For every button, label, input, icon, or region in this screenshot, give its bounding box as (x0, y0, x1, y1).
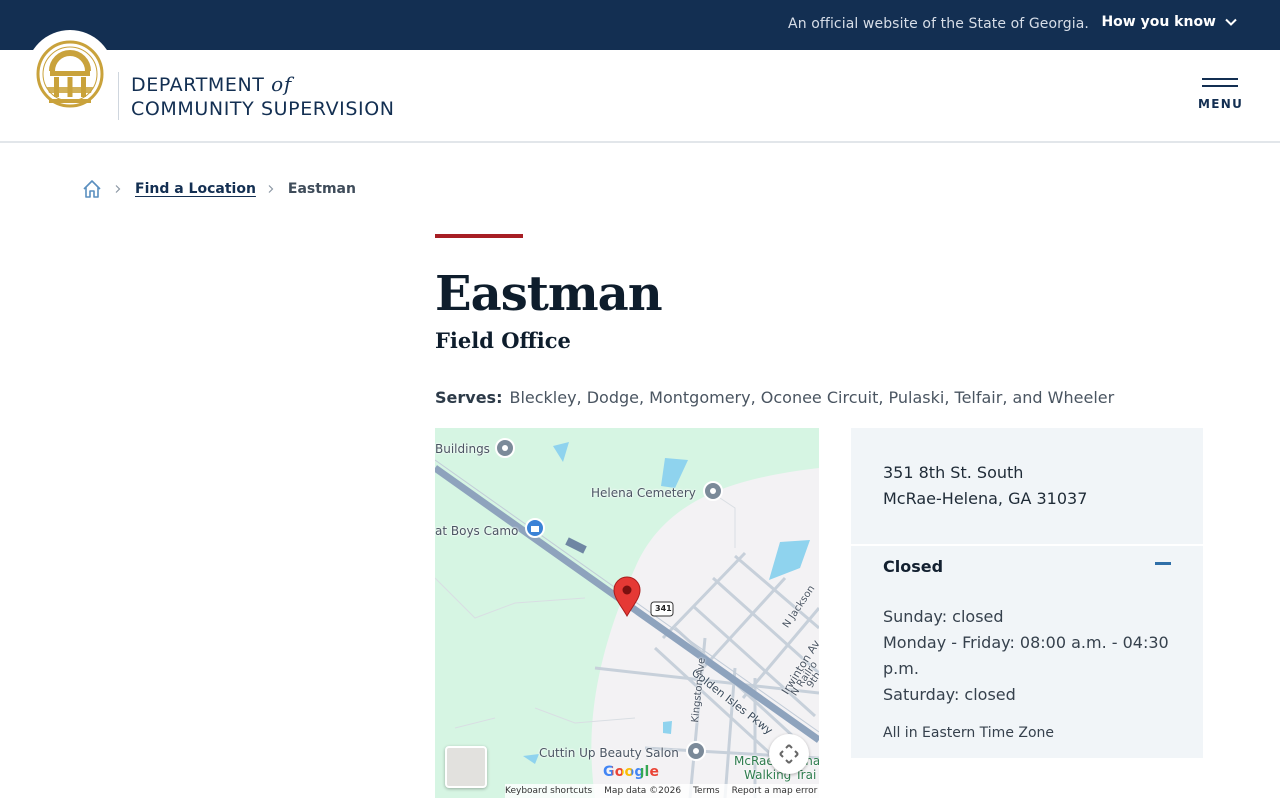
address: 351 8th St. South McRae-Helena, GA 31037 (883, 460, 1087, 512)
hours-weekdays: Monday - Friday: 08:00 a.m. - 04:30 p.m. (883, 633, 1169, 678)
hours-list: Sunday: closed Monday - Friday: 08:00 a.… (883, 604, 1183, 708)
map-label-cuttin-up: Cuttin Up Beauty Salon (539, 746, 679, 760)
menu-label: MENU (1198, 97, 1244, 111)
menu-button[interactable]: MENU (1198, 78, 1242, 111)
chevron-right-icon (115, 185, 121, 193)
address-line2: McRae-Helena, GA 31037 (883, 489, 1088, 508)
map-label-helena-cemetery: Helena Cemetery (591, 486, 696, 500)
header-divider (118, 72, 119, 120)
how-you-know-label: How you know (1101, 14, 1216, 30)
hamburger-icon (1198, 78, 1242, 87)
google-logo: Google (603, 764, 659, 780)
department-name[interactable]: DEPARTMENT of COMMUNITY SUPERVISION (131, 72, 395, 121)
map-fullscreen-button[interactable] (769, 734, 809, 774)
hours-saturday: Saturday: closed (883, 685, 1016, 704)
google-logo-text: Google (603, 764, 660, 780)
hours-status[interactable]: Closed (883, 557, 943, 576)
home-icon[interactable] (81, 178, 103, 200)
serves-label: Serves: (435, 388, 503, 407)
georgia-seal-logo[interactable] (26, 30, 114, 118)
timezone-note: All in Eastern Time Zone (883, 725, 1055, 741)
breadcrumb-current: Eastman (287, 181, 356, 197)
chevron-right-icon (268, 185, 274, 193)
map-data-text: Map data ©2026 (604, 786, 682, 796)
breadcrumb-find-location[interactable]: Find a Location (135, 181, 256, 197)
official-site-banner: An official website of the State of Geor… (0, 0, 1280, 50)
how-you-know-button[interactable]: How you know (1101, 14, 1238, 30)
route-shield-label: 341 (655, 604, 672, 613)
map-type-toggle[interactable] (445, 746, 487, 788)
chevron-down-icon (1225, 18, 1237, 26)
title-accent-bar (435, 234, 523, 238)
dept-line1: DEPARTMENT (131, 74, 265, 96)
map-label-boys-camo: at Boys Camo (435, 524, 519, 538)
breadcrumb: Find a Location Eastman (81, 178, 356, 200)
report-map-error-link[interactable]: Report a map error (732, 786, 818, 796)
keyboard-shortcuts-link[interactable]: Keyboard shortcuts (505, 786, 592, 796)
official-site-text: An official website of the State of Geor… (788, 16, 1089, 32)
dept-line2: COMMUNITY SUPERVISION (131, 98, 395, 120)
dept-of: of (271, 72, 292, 96)
page-title: Eastman (435, 266, 663, 322)
seal-icon (36, 40, 104, 108)
page-subtitle: Field Office (435, 328, 571, 353)
hours-sunday: Sunday: closed (883, 607, 1004, 626)
serves-line: Serves: Bleckley, Dodge, Montgomery, Ocon… (435, 388, 1114, 407)
location-info-card: 351 8th St. South McRae-Helena, GA 31037… (851, 428, 1203, 758)
location-map[interactable]: Buildings Helena Cemetery at Boys Camo C… (435, 428, 819, 798)
card-divider (851, 544, 1203, 546)
map-canvas (435, 428, 819, 798)
collapse-minus-icon[interactable] (1155, 562, 1171, 565)
map-attribution: Keyboard shortcuts Map data ©2026 Terms … (505, 784, 819, 798)
terms-link[interactable]: Terms (693, 786, 720, 796)
site-header: DEPARTMENT of COMMUNITY SUPERVISION MENU (0, 30, 1280, 143)
serves-value: Bleckley, Dodge, Montgomery, Oconee Circ… (509, 388, 1115, 407)
fullscreen-icon (779, 744, 799, 764)
address-line1: 351 8th St. South (883, 463, 1024, 482)
map-label-buildings: Buildings (435, 442, 490, 456)
